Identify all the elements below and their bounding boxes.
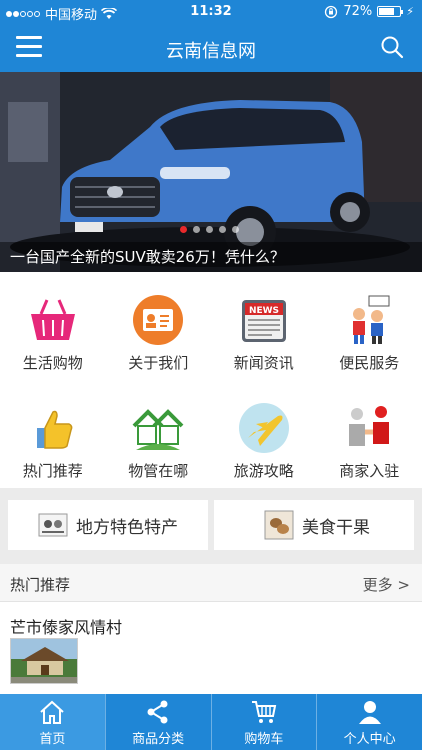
tab-label: 购物车 (244, 732, 284, 747)
property-house-icon (132, 409, 184, 450)
list-item-title: 芒市傣家风情村 (10, 618, 123, 637)
category-travel[interactable]: 旅游攻略 (211, 380, 317, 488)
category-news[interactable]: NEWS 新闻资讯 (211, 272, 317, 380)
shopping-basket-icon (30, 299, 75, 340)
section-label: 美食干果 (302, 517, 370, 538)
category-hot-picks[interactable]: 热门推荐 (0, 380, 106, 488)
nuts-icon (264, 510, 294, 540)
category-grid: 生活购物 关于我们 NEWS 新闻资讯 便民服务 热门推荐 物管在哪 旅游攻略 … (0, 272, 422, 488)
carousel-dot[interactable] (206, 226, 213, 233)
bottom-tab-bar: 首页 商品分类 购物车 个人中心 (0, 694, 422, 750)
category-merchant-join[interactable]: 商家入驻 (317, 380, 422, 488)
top-nav-bar: 云南信息网 (0, 24, 422, 72)
tab-label: 首页 (39, 732, 66, 747)
tab-label: 商品分类 (132, 732, 185, 747)
category-label: 生活购物 (22, 354, 83, 372)
battery-percent: 72% (343, 4, 373, 19)
local-products-icon (38, 513, 68, 537)
orientation-lock-icon (325, 5, 338, 18)
cart-icon (251, 701, 277, 723)
category-services[interactable]: 便民服务 (317, 272, 422, 380)
tab-profile[interactable]: 个人中心 (316, 694, 422, 750)
category-property[interactable]: 物管在哪 (106, 380, 212, 488)
home-icon (40, 700, 65, 724)
tab-cart[interactable]: 购物车 (210, 694, 317, 750)
category-label: 便民服务 (339, 354, 400, 372)
status-bar: 中国移动 11:32 72% ⚡ (0, 0, 422, 24)
category-shopping[interactable]: 生活购物 (0, 272, 106, 380)
list-item[interactable]: 芒市傣家风情村 (0, 602, 422, 694)
handshake-icon (349, 406, 390, 446)
list-item-thumbnail (10, 638, 78, 684)
share-icon (147, 700, 168, 724)
charging-icon: ⚡ (406, 5, 414, 18)
people-service-icon (353, 295, 390, 344)
category-about-us[interactable]: 关于我们 (106, 272, 212, 380)
category-label: 热门推荐 (22, 462, 83, 480)
category-label: 旅游攻略 (233, 462, 294, 480)
section-local-products[interactable]: 地方特色特产 (8, 500, 208, 550)
carousel-pager (180, 226, 239, 233)
category-label: 关于我们 (128, 354, 189, 372)
tab-categories[interactable]: 商品分类 (104, 694, 211, 750)
section-label: 地方特色特产 (76, 517, 178, 538)
category-label: 新闻资讯 (233, 354, 294, 372)
special-sections: 地方特色特产 美食干果 (0, 488, 422, 564)
tab-label: 个人中心 (343, 732, 396, 747)
app-title: 云南信息网 (166, 41, 256, 62)
battery-icon (377, 6, 404, 17)
news-icon: NEWS (241, 300, 286, 342)
thumbs-up-icon (36, 410, 73, 449)
hot-section-title: 热门推荐 (10, 576, 71, 594)
airplane-icon (238, 403, 289, 453)
tab-home[interactable]: 首页 (0, 694, 105, 750)
search-icon[interactable] (380, 35, 404, 59)
carousel-dot[interactable] (193, 226, 200, 233)
section-food-nuts[interactable]: 美食干果 (214, 500, 414, 550)
hot-section-header: 热门推荐 更多 > (0, 564, 422, 602)
category-label: 商家入驻 (339, 462, 400, 480)
id-card-icon (133, 295, 184, 345)
svg-text:NEWS: NEWS (249, 306, 279, 316)
carousel-dot[interactable] (219, 226, 226, 233)
carousel-dot[interactable] (180, 226, 187, 233)
banner-caption[interactable]: 一台国产全新的SUV敢卖26万！凭什么？ (0, 242, 422, 272)
category-label: 物管在哪 (128, 462, 189, 480)
carousel-dot[interactable] (232, 226, 239, 233)
more-link[interactable]: 更多 > (363, 574, 410, 595)
user-icon (358, 701, 381, 724)
banner-carousel[interactable]: 一台国产全新的SUV敢卖26万！凭什么？ (0, 72, 422, 272)
